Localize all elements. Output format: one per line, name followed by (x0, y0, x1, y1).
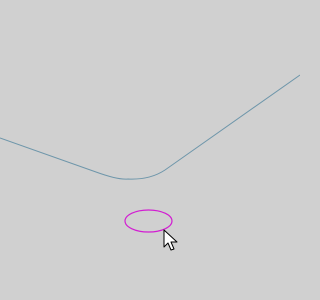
drawing-canvas[interactable] (0, 0, 300, 300)
mouse-pointer-icon (163, 229, 178, 251)
curved-path[interactable] (0, 74, 300, 180)
canvas-svg (0, 74, 300, 251)
ellipse-shape[interactable] (124, 209, 173, 233)
